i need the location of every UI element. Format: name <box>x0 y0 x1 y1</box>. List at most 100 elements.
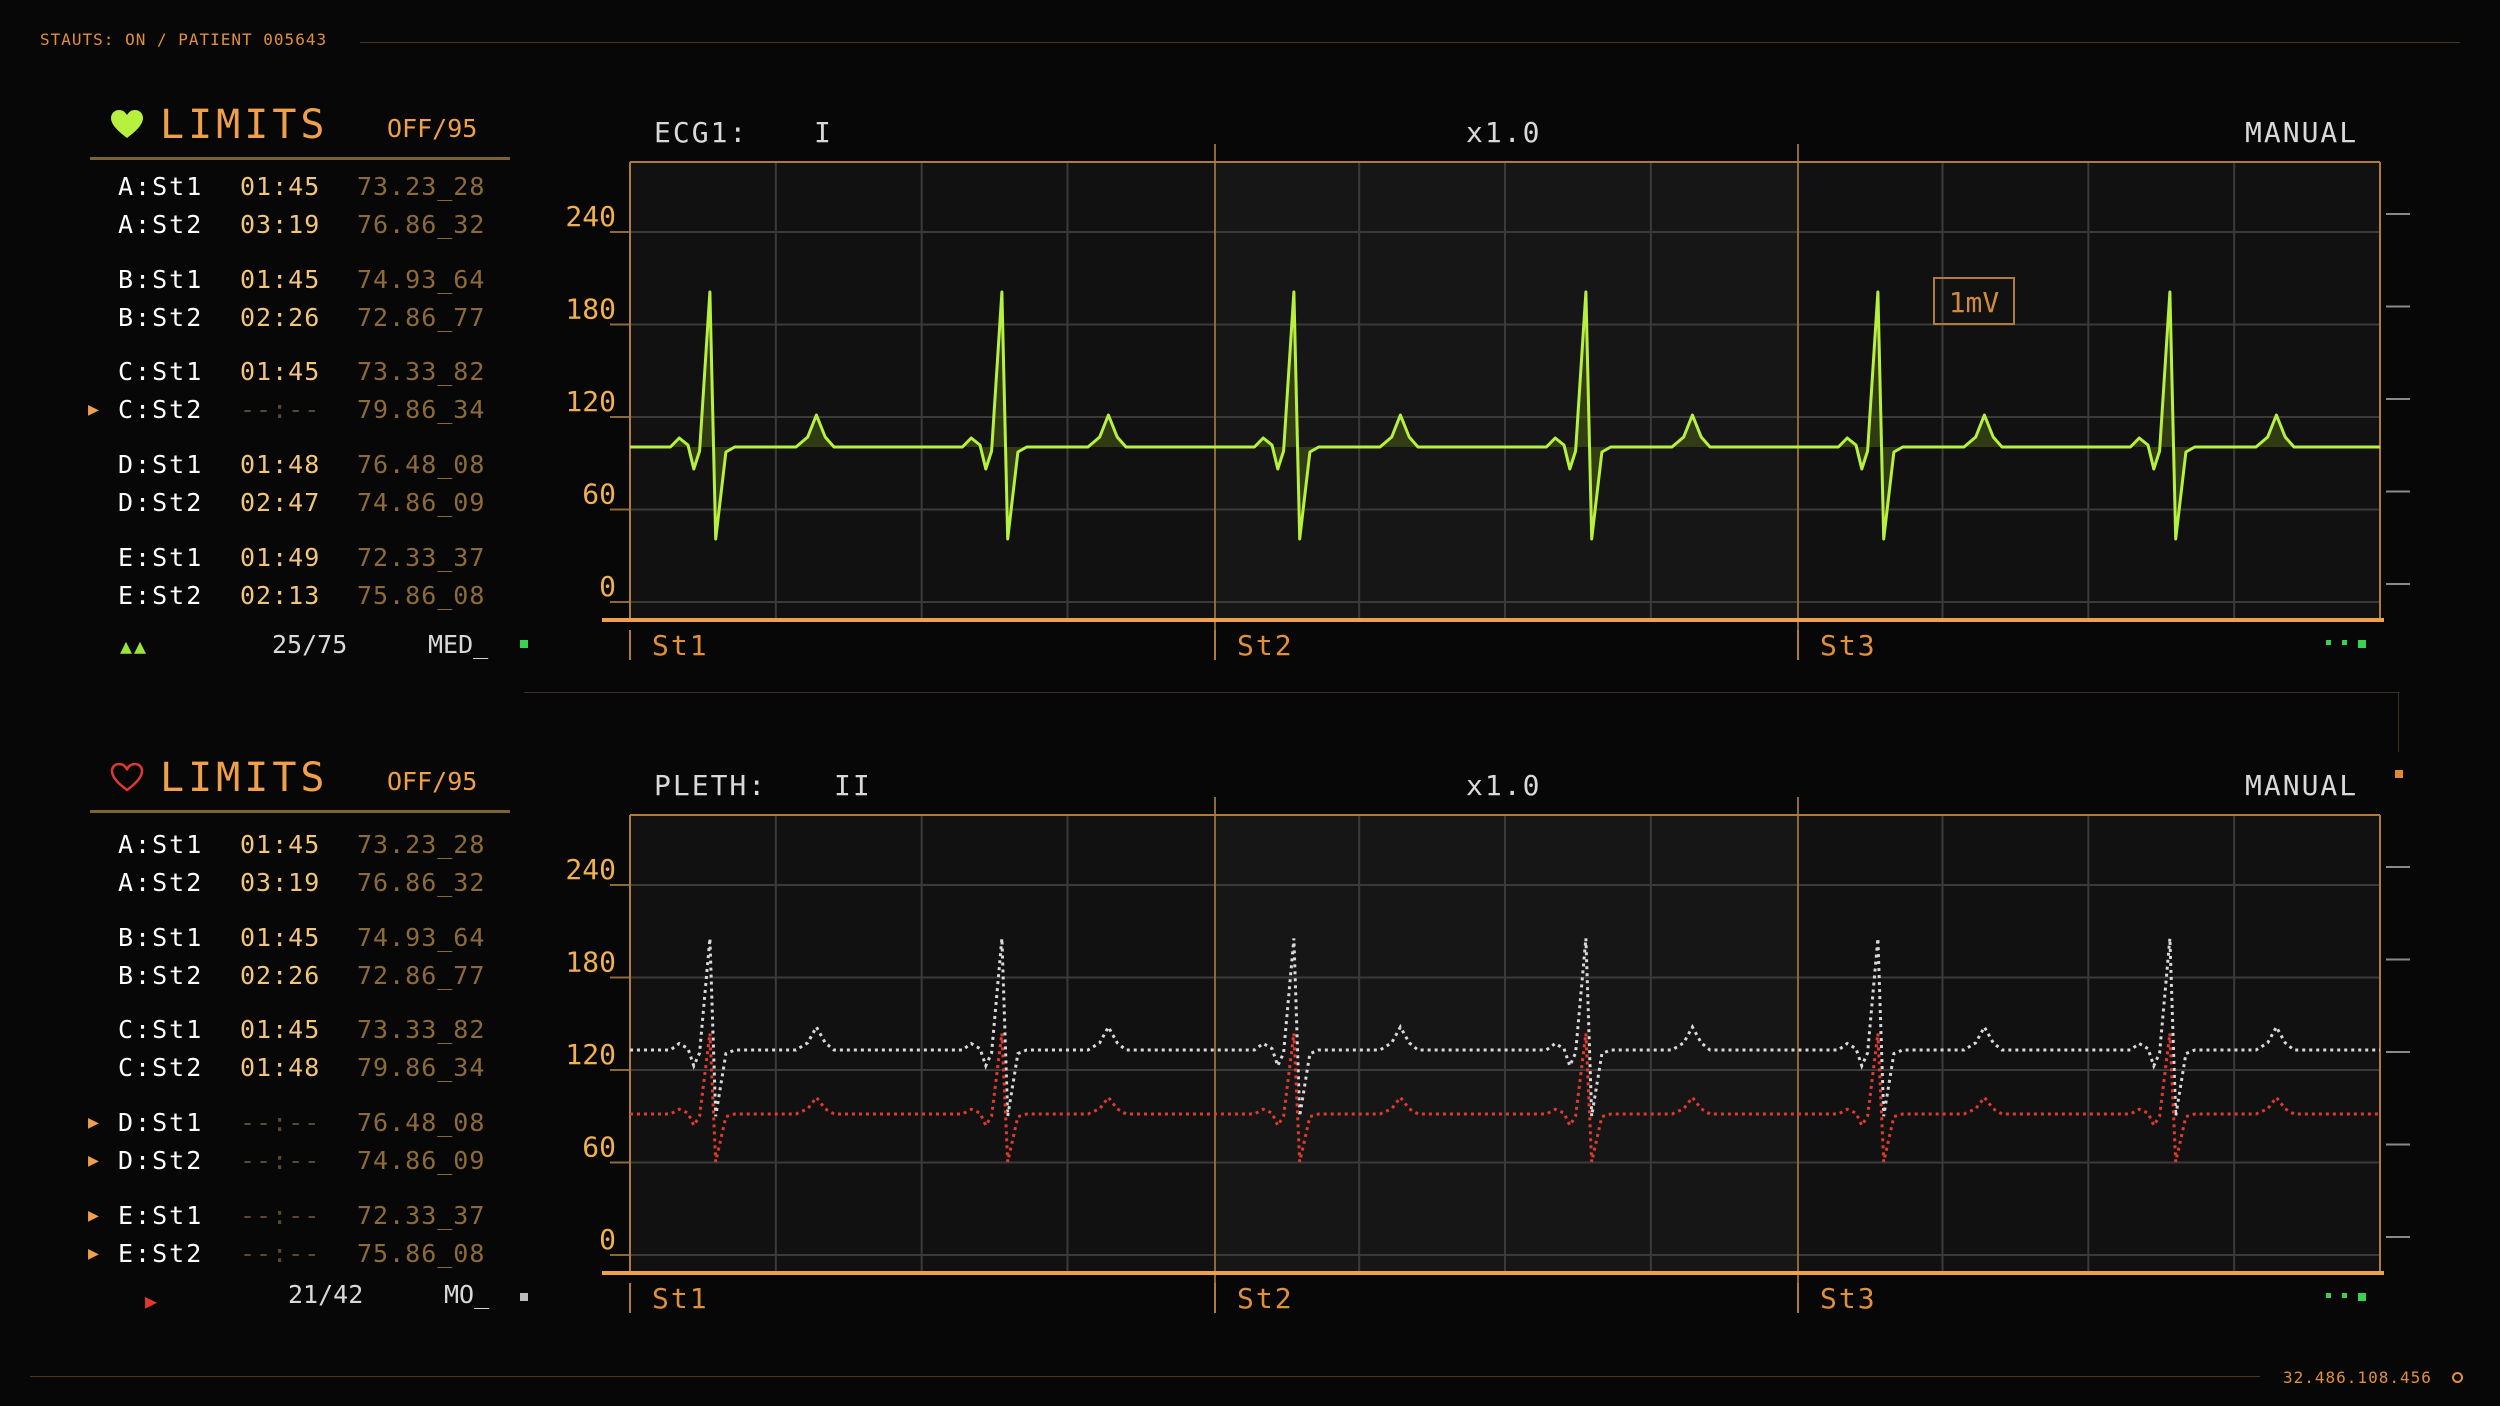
y-tick-label: 0 <box>599 1223 616 1256</box>
row-time: 02:13 <box>240 581 321 610</box>
connection-dot-icon <box>2452 1372 2463 1383</box>
stage-label: St1 <box>652 629 709 662</box>
row-time: 01:45 <box>240 172 321 201</box>
row-value: 72.33_37 <box>357 543 486 572</box>
row-label: A:St1 <box>118 830 204 859</box>
stage-label: St3 <box>1820 1282 1877 1315</box>
row-value: 74.93_64 <box>357 265 486 294</box>
row-value: 79.86_34 <box>357 395 486 424</box>
ip-address: 32.486.108.456 <box>2283 1368 2432 1387</box>
row-value: 73.23_28 <box>357 172 486 201</box>
limits-count: 25/75 <box>272 630 348 659</box>
row-value: 76.48_08 <box>357 1108 486 1137</box>
scroll-dot-icon <box>2342 1293 2347 1298</box>
row-label: C:St1 <box>118 1015 204 1044</box>
mode-indicator-icon <box>520 1293 528 1301</box>
row-time: --:-- <box>240 1146 321 1175</box>
row-value: 76.48_08 <box>357 450 486 479</box>
row-time: 02:26 <box>240 961 321 990</box>
row-label: B:St2 <box>118 961 204 990</box>
y-tick-label: 120 <box>565 385 616 418</box>
row-label: B:St2 <box>118 303 204 332</box>
limits-mode[interactable]: MED_ <box>428 630 488 659</box>
limits-range: OFF/95 <box>387 767 478 796</box>
row-time: 02:26 <box>240 303 321 332</box>
row-value: 73.23_28 <box>357 830 486 859</box>
ecg-waveform-chart: 240 180 120 60 0 St1 St2 St3 1mV <box>565 144 2410 662</box>
row-time: 01:48 <box>240 1053 321 1082</box>
row-time: 01:49 <box>240 543 321 572</box>
plot-section-shade <box>1215 815 1798 1273</box>
y-tick-label: 240 <box>565 200 616 233</box>
y-tick-label: 0 <box>599 570 616 603</box>
row-time: --:-- <box>240 1108 321 1137</box>
limits-title: LIMITS <box>160 102 329 148</box>
limits-footer: ▲▲ <box>120 630 148 659</box>
row-value: 74.86_09 <box>357 488 486 517</box>
mode-indicator-icon <box>520 640 528 648</box>
limits-divider <box>90 810 510 813</box>
row-value: 74.86_09 <box>357 1146 486 1175</box>
row-value: 79.86_34 <box>357 1053 486 1082</box>
limits-footer: ▶ <box>145 1285 157 1314</box>
row-marker-icon: ▶ <box>88 1112 99 1133</box>
row-value: 73.33_82 <box>357 1015 486 1044</box>
limits-count: 21/42 <box>288 1280 364 1309</box>
y-tick-label: 120 <box>565 1038 616 1071</box>
panel-connector-vertical <box>2398 692 2399 752</box>
limits-title: LIMITS <box>160 755 329 801</box>
row-value: 74.93_64 <box>357 923 486 952</box>
row-value: 76.86_32 <box>357 868 486 897</box>
row-value: 75.86_08 <box>357 581 486 610</box>
scroll-dot-icon <box>2358 640 2366 648</box>
panel-connector <box>524 692 2400 693</box>
row-label: A:St2 <box>118 210 204 239</box>
row-time: --:-- <box>240 395 321 424</box>
heart-filled-icon <box>111 110 143 138</box>
row-marker-icon: ▶ <box>88 399 99 420</box>
scroll-dot-icon <box>2326 640 2331 645</box>
pleth-panel: LIMITS OFF/95 A:St1 01:45 73.23_28 A:St2 03:… <box>0 753 2500 1403</box>
pleth-waveform-chart: 240 180 120 60 0 St1 St2 St3 <box>565 797 2410 1315</box>
y-tick-label: 180 <box>565 293 616 326</box>
row-time: 02:47 <box>240 488 321 517</box>
play-arrow-icon[interactable]: ▶ <box>145 1289 157 1313</box>
row-label: C:St1 <box>118 357 204 386</box>
y-tick-label: 180 <box>565 946 616 979</box>
y-tick-label: 60 <box>582 1131 616 1164</box>
limits-header: LIMITS OFF/95 <box>90 753 510 813</box>
row-value: 72.86_77 <box>357 303 486 332</box>
row-time: --:-- <box>240 1201 321 1230</box>
row-time: 01:48 <box>240 450 321 479</box>
limits-mode[interactable]: MO_ <box>444 1280 489 1309</box>
row-label: D:St2 <box>118 1146 204 1175</box>
footer-divider <box>30 1376 2260 1377</box>
row-time: 01:45 <box>240 923 321 952</box>
row-label: E:St2 <box>118 1239 204 1268</box>
stage-label: St3 <box>1820 629 1877 662</box>
row-label: D:St2 <box>118 488 204 517</box>
row-label: E:St2 <box>118 581 204 610</box>
y-tick-label: 240 <box>565 853 616 886</box>
alarm-arrows-icon[interactable]: ▲▲ <box>120 634 148 658</box>
row-label: B:St1 <box>118 265 204 294</box>
limits-divider <box>90 157 510 160</box>
row-time: 03:19 <box>240 868 321 897</box>
row-time: 01:45 <box>240 830 321 859</box>
row-value: 75.86_08 <box>357 1239 486 1268</box>
scroll-dot-icon <box>2358 1293 2366 1301</box>
stage-label: St1 <box>652 1282 709 1315</box>
row-label: E:St1 <box>118 1201 204 1230</box>
limits-header: LIMITS OFF/95 <box>90 100 510 160</box>
row-time: 01:45 <box>240 265 321 294</box>
row-label: C:St2 <box>118 395 204 424</box>
row-time: 01:45 <box>240 1015 321 1044</box>
heart-outline-icon <box>110 763 144 792</box>
row-label: C:St2 <box>118 1053 204 1082</box>
row-time: 01:45 <box>240 357 321 386</box>
stage-label: St2 <box>1237 629 1294 662</box>
row-label: D:St1 <box>118 450 204 479</box>
row-value: 73.33_82 <box>357 357 486 386</box>
row-marker-icon: ▶ <box>88 1243 99 1264</box>
row-value: 72.86_77 <box>357 961 486 990</box>
